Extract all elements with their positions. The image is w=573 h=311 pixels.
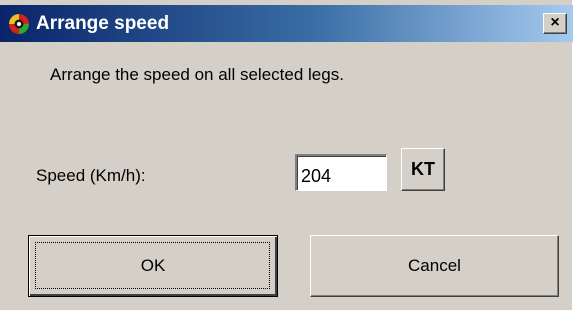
arrange-speed-dialog: Arrange speed × Arrange the speed on all… xyxy=(0,0,573,311)
cancel-button[interactable]: Cancel xyxy=(310,235,559,297)
speed-input[interactable] xyxy=(295,154,387,191)
knots-toggle-button[interactable]: KT xyxy=(401,148,445,191)
instruction-text: Arrange the speed on all selected legs. xyxy=(50,65,344,84)
ok-button-label: OK xyxy=(140,256,166,275)
close-button[interactable]: × xyxy=(543,13,567,34)
speed-label: Speed (Km/h): xyxy=(36,166,146,185)
close-icon: × xyxy=(550,14,560,31)
ok-button[interactable]: OK xyxy=(28,235,278,297)
window-title: Arrange speed xyxy=(36,13,170,34)
app-logo-icon xyxy=(9,14,29,34)
title-bar[interactable]: Arrange speed × xyxy=(0,5,573,42)
